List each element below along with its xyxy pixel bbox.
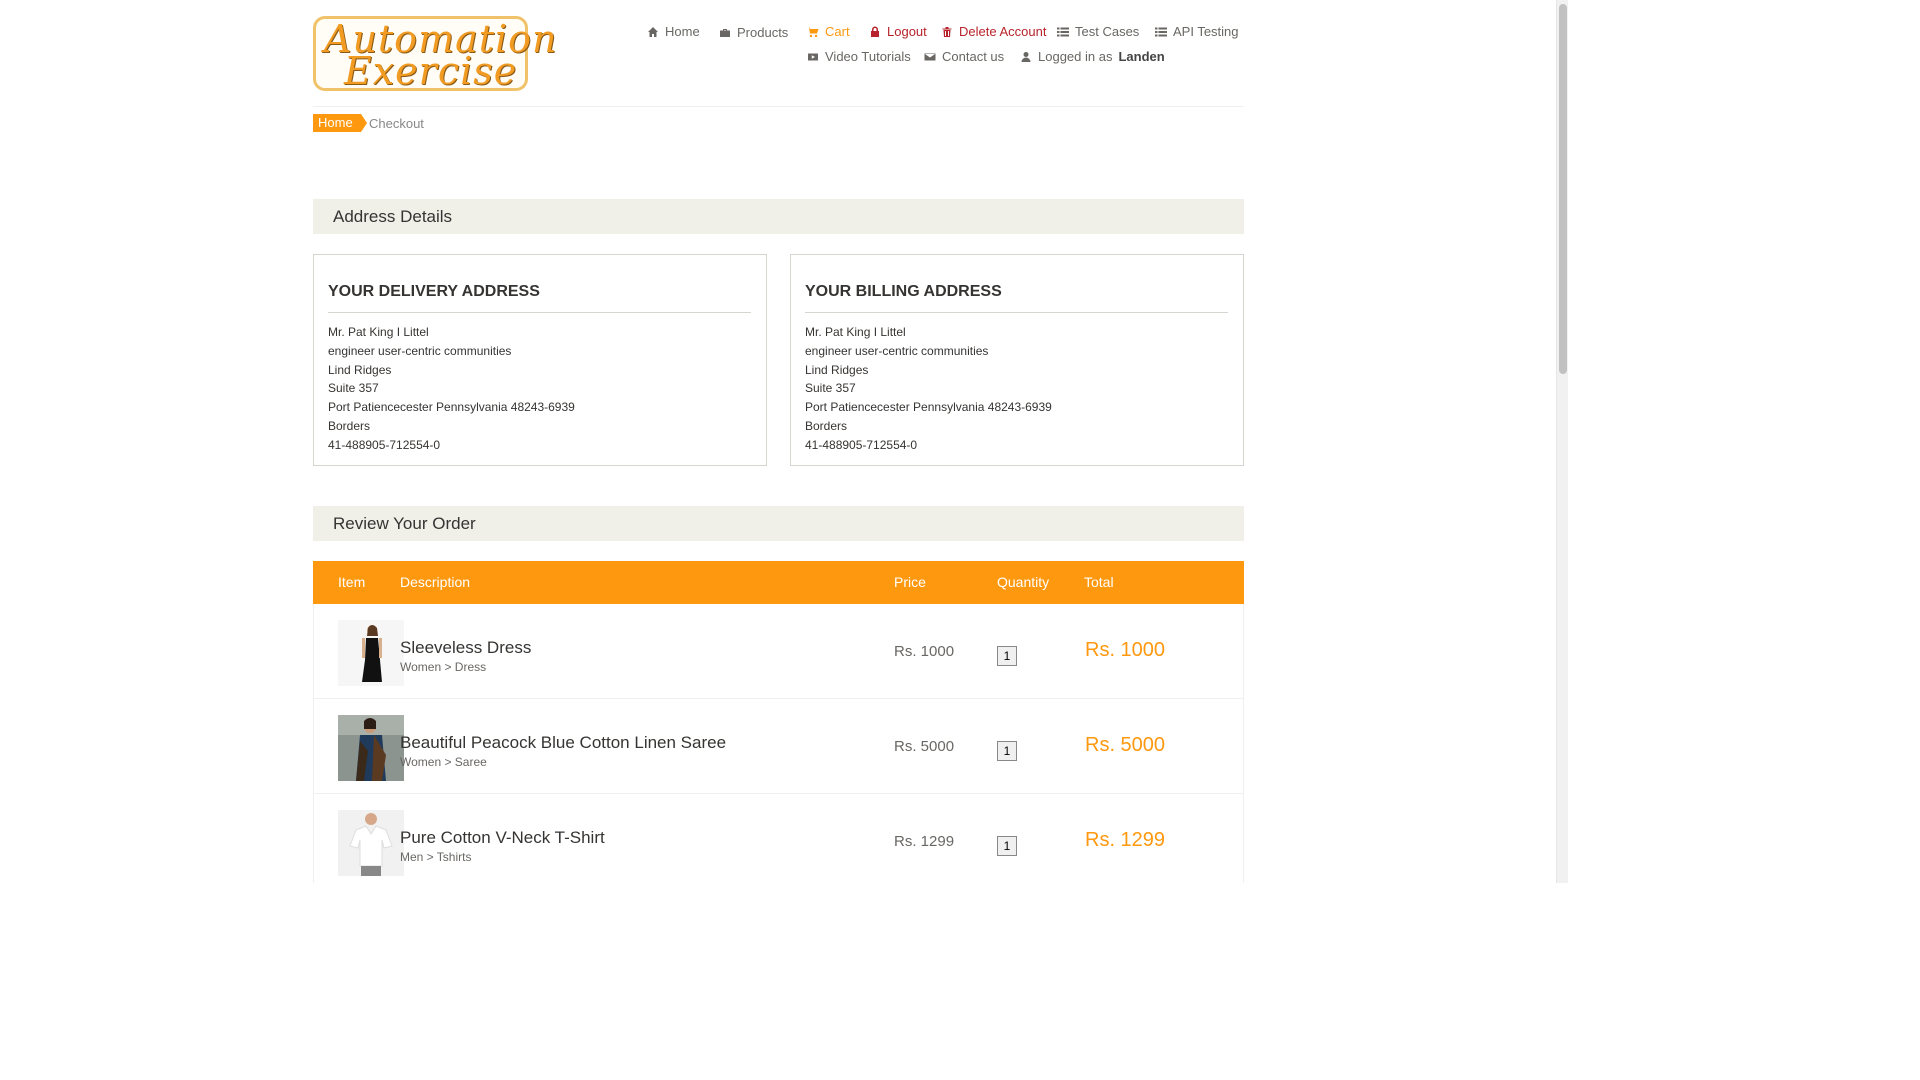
nav-home-label: Home (665, 24, 700, 39)
billing-name: Mr. Pat King I Littel (805, 325, 906, 339)
billing-address1: Lind Ridges (805, 362, 869, 377)
trash-icon (942, 26, 952, 37)
table-row: Sleeveless Dress Women > Dress Rs. 1000 … (313, 604, 1244, 699)
nav-api-testing[interactable]: API Testing (1155, 24, 1239, 39)
nav-cart-label: Cart (825, 24, 850, 39)
product-category: Women > Saree (400, 755, 487, 769)
logged-in-username: Landen (1118, 49, 1165, 64)
header-divider (313, 106, 1244, 107)
nav-test-cases-label: Test Cases (1075, 24, 1140, 39)
billing-country: Borders (805, 418, 848, 433)
product-price: Rs. 1000 (894, 643, 955, 660)
billing-address-title: YOUR BILLING ADDRESS (805, 283, 1002, 300)
delivery-name: Mr. Pat King I Littel (328, 325, 429, 339)
product-category: Women > Dress (400, 660, 487, 674)
product-image-saree[interactable] (338, 715, 404, 781)
logo-text-line2: Exercise (344, 49, 518, 93)
nav-logout-label: Logout (887, 24, 927, 39)
nav-delete-account[interactable]: Delete Account (941, 24, 1046, 39)
delivery-address1: Lind Ridges (328, 362, 392, 377)
billing-company: engineer user-centric communities (805, 343, 989, 358)
nav-test-cases[interactable]: Test Cases (1057, 24, 1139, 39)
product-price: Rs. 5000 (894, 738, 955, 755)
nav-products-label: Products (737, 25, 789, 40)
delivery-phone: 41-488905-712554-0 (328, 437, 441, 452)
divider (805, 312, 1228, 313)
delivery-address2: Suite 357 (328, 381, 379, 396)
column-description: Description (400, 574, 471, 590)
product-quantity: 1 (997, 646, 1017, 666)
scrollbar-thumb[interactable] (1559, 4, 1567, 374)
envelope-icon (924, 53, 936, 60)
checkout-page: Automation Exercise Home Products Cart L… (0, 0, 1556, 883)
product-quantity: 1 (997, 836, 1017, 856)
delivery-country: Borders (328, 418, 371, 433)
order-table-header: Item Description Price Quantity Total (313, 561, 1244, 604)
cart-icon (807, 27, 819, 37)
nav-video-tutorials-label: Video Tutorials (825, 49, 911, 64)
list-icon (1057, 27, 1069, 36)
billing-phone: 41-488905-712554-0 (805, 437, 918, 452)
product-price: Rs. 1299 (894, 833, 955, 850)
address-details-heading: Address Details (313, 199, 1244, 234)
product-quantity: 1 (997, 741, 1017, 761)
breadcrumb-current: Checkout (369, 116, 424, 131)
product-image-sleeveless-dress[interactable] (338, 620, 404, 686)
list-icon (1155, 27, 1167, 36)
product-name[interactable]: Sleeveless Dress (400, 638, 531, 658)
column-total: Total (1084, 574, 1114, 590)
column-price: Price (894, 574, 926, 590)
billing-city-state-zip: Port Patiencecester Pennsylvania 48243-6… (805, 400, 1052, 415)
user-icon (1021, 51, 1031, 62)
nav-home[interactable]: Home (647, 24, 700, 39)
product-total: Rs. 5000 (1085, 734, 1166, 756)
divider (328, 312, 751, 313)
product-total: Rs. 1299 (1085, 829, 1166, 851)
nav-cart[interactable]: Cart (807, 24, 850, 39)
billing-address-box: YOUR BILLING ADDRESS Mr. Pat King I Litt… (790, 254, 1244, 466)
logged-in-status: Logged in as Landen (1020, 49, 1165, 64)
delivery-address-lines: Mr. Pat King I Littel engineer user-cent… (328, 323, 575, 455)
product-total: Rs. 1000 (1085, 639, 1166, 661)
product-name[interactable]: Beautiful Peacock Blue Cotton Linen Sare… (400, 733, 726, 753)
youtube-icon (808, 53, 818, 60)
review-order-heading: Review Your Order (313, 506, 1244, 541)
home-icon (648, 26, 658, 37)
column-item: Item (338, 574, 366, 590)
table-row: Pure Cotton V-Neck T-Shirt Men > Tshirts… (313, 794, 1244, 883)
nav-contact-us-label: Contact us (942, 49, 1005, 64)
nav-logout[interactable]: Logout (869, 24, 927, 39)
briefcase-icon (720, 28, 730, 37)
billing-address2: Suite 357 (805, 381, 856, 396)
product-category: Men > Tshirts (400, 850, 472, 864)
nav-video-tutorials[interactable]: Video Tutorials (807, 49, 911, 64)
site-logo[interactable]: Automation Exercise (313, 16, 557, 93)
product-image-tshirt[interactable] (338, 810, 404, 876)
billing-address-lines: Mr. Pat King I Littel engineer user-cent… (805, 323, 1052, 455)
table-row: Beautiful Peacock Blue Cotton Linen Sare… (313, 699, 1244, 794)
lock-icon (871, 26, 879, 37)
delivery-address-title: YOUR DELIVERY ADDRESS (328, 283, 540, 300)
breadcrumb-home[interactable]: Home (313, 114, 367, 132)
nav-api-testing-label: API Testing (1173, 24, 1239, 39)
product-name[interactable]: Pure Cotton V-Neck T-Shirt (400, 828, 605, 848)
nav-contact-us[interactable]: Contact us (924, 49, 1004, 64)
delivery-city-state-zip: Port Patiencecester Pennsylvania 48243-6… (328, 400, 575, 415)
vertical-scrollbar[interactable] (1556, 0, 1568, 883)
delivery-address-box: YOUR DELIVERY ADDRESS Mr. Pat King I Lit… (313, 254, 767, 466)
delivery-company: engineer user-centric communities (328, 343, 512, 358)
logged-in-prefix: Logged in as (1038, 49, 1113, 64)
nav-products[interactable]: Products (719, 25, 788, 40)
column-quantity: Quantity (997, 574, 1050, 590)
nav-delete-account-label: Delete Account (959, 24, 1047, 39)
